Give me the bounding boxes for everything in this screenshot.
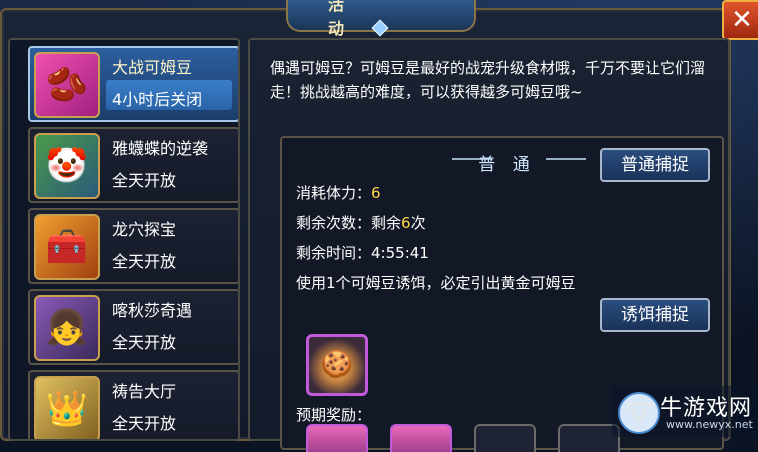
reward-slot-empty — [474, 424, 536, 452]
bait-capture-button[interactable]: 诱饵捕捉 — [600, 298, 710, 332]
remaining-time-row: 剩余时间：4:55:41 — [296, 242, 429, 263]
activity-list: 🫘 大战可姆豆 4小时后关闭 🤡 雅蠛蝶的逆袭 全天开放 🧰 龙穴探宝 全天开放… — [8, 38, 240, 441]
activity-name: 祷告大厅 — [112, 382, 177, 401]
reward-slot-empty — [558, 424, 620, 452]
activity-status: 全天开放 — [112, 171, 177, 190]
difficulty-title: 普 通 — [478, 155, 536, 175]
activity-item-komu-bean[interactable]: 🫘 大战可姆豆 4小时后关闭 — [28, 46, 238, 122]
reward-item-icon[interactable] — [306, 424, 368, 452]
remaining-count: 6 — [401, 214, 411, 232]
rewards-label: 预期奖励： — [296, 406, 372, 424]
stamina-value: 6 — [371, 184, 381, 202]
activity-name: 大战可姆豆 — [112, 58, 193, 77]
activity-name: 龙穴探宝 — [112, 220, 177, 239]
close-button[interactable]: ✕ — [722, 0, 758, 40]
normal-capture-button[interactable]: 普通捕捉 — [600, 148, 710, 182]
activity-status: 全天开放 — [112, 333, 177, 352]
activity-description: 偶遇可姆豆？可姆豆是最好的战宠升级食材哦，千万不要让它们溜走！挑战越高的难度，可… — [270, 59, 706, 101]
activity-item-prayer-hall[interactable]: 👑 祷告大厅 全天开放 — [28, 370, 238, 439]
activity-status: 全天开放 — [112, 414, 177, 433]
remaining-label: 剩余次数： — [296, 214, 372, 232]
activity-detail-panel: 偶遇可姆豆？可姆豆是最好的战宠升级食材哦，千万不要让它们溜走！挑战越高的难度，可… — [248, 38, 730, 452]
site-watermark: 🐮 牛游戏网 www.newyx.net — [612, 386, 758, 437]
reward-item-icon[interactable] — [390, 424, 452, 452]
clown-character-icon: 🤡 — [34, 133, 100, 199]
activity-name: 喀秋莎奇遇 — [112, 301, 193, 320]
stamina-label: 消耗体力： — [296, 184, 372, 202]
treasure-chest-icon: 🧰 — [34, 214, 100, 280]
goddess-icon: 👑 — [34, 376, 100, 439]
remaining-count-row: 剩余次数：剩余6次 — [296, 212, 426, 233]
cookie-plate-icon[interactable]: 🍪 — [306, 334, 368, 396]
activity-status: 全天开放 — [112, 252, 177, 271]
time-label: 剩余时间： — [296, 244, 372, 262]
cow-logo-icon: 🐮 — [618, 392, 660, 434]
stamina-row: 消耗体力：6 — [296, 182, 381, 203]
activity-item-dragon-lair[interactable]: 🧰 龙穴探宝 全天开放 — [28, 208, 238, 284]
time-value: 4:55:41 — [371, 244, 429, 262]
activity-status: 4小时后关闭 — [112, 90, 203, 109]
bait-hint: 使用1个可姆豆诱饵，必定引出黄金可姆豆 — [296, 274, 576, 292]
remaining-suffix: 次 — [410, 214, 426, 232]
title-ornament-right — [546, 158, 586, 160]
smiling-bean-icon: 🫘 — [34, 52, 100, 118]
activity-item-yamiedie[interactable]: 🤡 雅蠛蝶的逆袭 全天开放 — [28, 127, 238, 203]
activity-name: 雅蠛蝶的逆袭 — [112, 139, 209, 158]
maid-girl-icon: 👧 — [34, 295, 100, 361]
remaining-prefix: 剩余 — [371, 214, 402, 232]
watermark-url: www.newyx.net — [666, 418, 753, 431]
activity-item-katyusha[interactable]: 👧 喀秋莎奇遇 全天开放 — [28, 289, 238, 365]
